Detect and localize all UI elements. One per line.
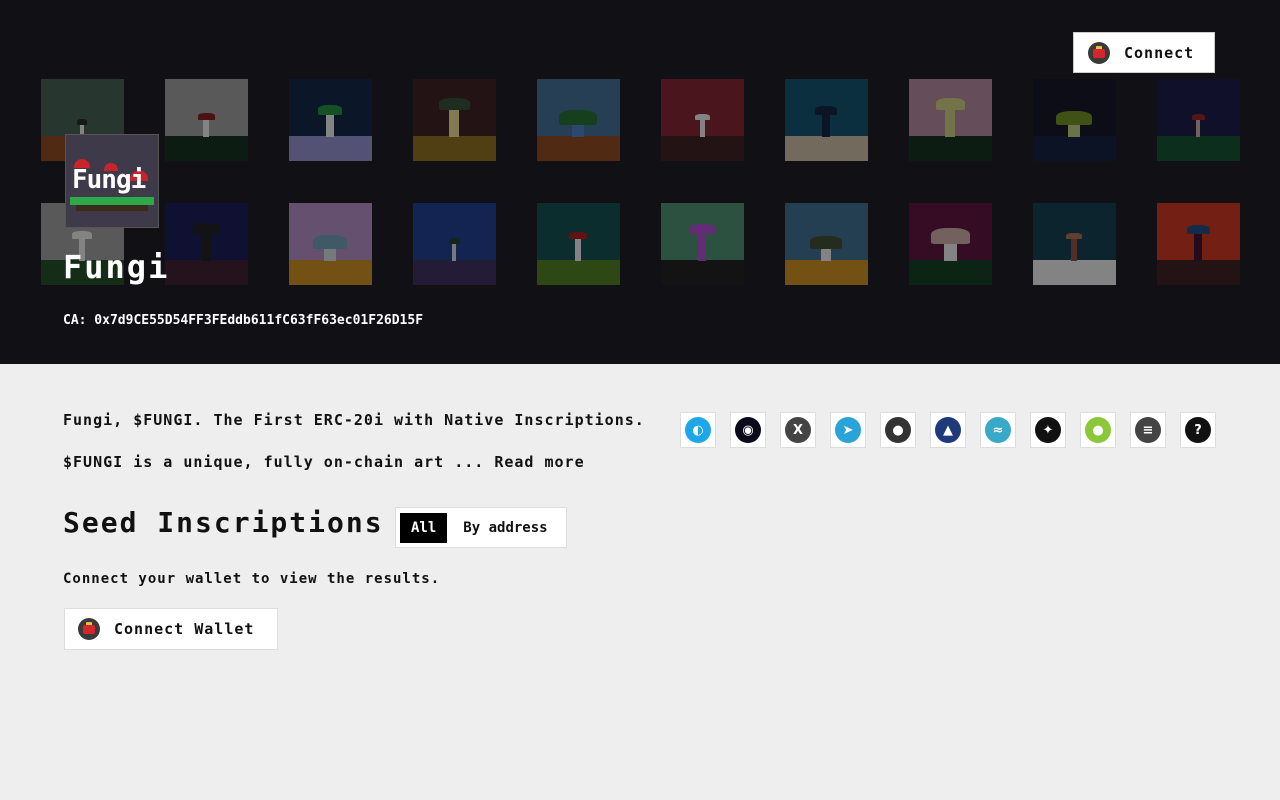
tagline: Fungi, $FUNGI. The First ERC-20i with Na… [63, 411, 645, 429]
read-more-link[interactable]: Read more [494, 453, 584, 471]
inscription-tile[interactable] [413, 79, 496, 161]
wolf-icon: ✦ [1035, 417, 1061, 443]
project-logo: Fungi [65, 134, 159, 228]
docs-icon: ≡ [1135, 417, 1161, 443]
connect-button[interactable]: Connect [1073, 32, 1215, 73]
tile-overlay [537, 79, 620, 161]
tile-overlay [165, 203, 248, 285]
tile-overlay [1157, 79, 1240, 161]
dextools-link[interactable]: ◉ [730, 412, 766, 448]
gecko-icon: ● [1085, 417, 1111, 443]
section-title: Seed Inscriptions [63, 506, 384, 539]
logo-dirt [76, 205, 148, 211]
inscription-tile[interactable] [1033, 79, 1116, 161]
description-text: $FUNGI is a unique, fully on-chain art .… [63, 453, 495, 471]
tile-overlay [537, 203, 620, 285]
hero-banner: Connect Fungi Fungi CA: 0x7d9CE55D54FF3F… [0, 0, 1280, 364]
help-icon: ? [1185, 417, 1211, 443]
project-title: Fungi [63, 248, 170, 286]
inscription-tile[interactable] [289, 79, 372, 161]
inscription-tile[interactable] [1157, 203, 1240, 285]
inscription-tile[interactable] [785, 79, 868, 161]
dextools-icon: ◉ [735, 417, 761, 443]
x-twitter-link[interactable]: X [780, 412, 816, 448]
inscription-tile[interactable] [165, 79, 248, 161]
tile-overlay [413, 79, 496, 161]
inscription-tile[interactable] [661, 79, 744, 161]
tile-overlay [909, 203, 992, 285]
docs-link[interactable]: ≡ [1130, 412, 1166, 448]
x-twitter-icon: X [785, 417, 811, 443]
coingecko-icon: ≈ [985, 417, 1011, 443]
inscription-tile[interactable] [1033, 203, 1116, 285]
dexscreener-icon: ▲ [935, 417, 961, 443]
github-link[interactable]: ● [880, 412, 916, 448]
wolf-link[interactable]: ✦ [1030, 412, 1066, 448]
tile-overlay [1157, 203, 1240, 285]
help-link[interactable]: ? [1180, 412, 1216, 448]
connect-button-label: Connect [1124, 43, 1195, 62]
connect-hint: Connect your wallet to view the results. [63, 571, 441, 587]
tile-overlay [785, 79, 868, 161]
tile-overlay [1033, 203, 1116, 285]
filter-by-address-tab[interactable]: By address [447, 513, 561, 543]
inscription-tile[interactable] [165, 203, 248, 285]
tile-overlay [413, 203, 496, 285]
filter-all-tab[interactable]: All [400, 512, 448, 543]
telegram-link[interactable]: ➤ [830, 412, 866, 448]
description: $FUNGI is a unique, fully on-chain art .… [63, 453, 585, 471]
inscription-tile[interactable] [661, 203, 744, 285]
inscription-tile[interactable] [909, 203, 992, 285]
wallet-icon [1088, 41, 1110, 64]
filter-toggle: All By address [395, 507, 567, 548]
telegram-icon: ➤ [835, 417, 861, 443]
inscription-tile[interactable] [1157, 79, 1240, 161]
tile-overlay [1033, 79, 1116, 161]
inscription-tile[interactable] [537, 79, 620, 161]
inscription-tile[interactable] [537, 203, 620, 285]
uniswap-icon: ◐ [685, 417, 711, 443]
tile-overlay [289, 203, 372, 285]
tile-overlay [785, 203, 868, 285]
tile-overlay [661, 203, 744, 285]
tile-overlay [165, 79, 248, 161]
social-links: ◐ ◉ X ➤ ● ▲ ≈ ✦ ● ≡? [680, 412, 1216, 448]
tile-overlay [289, 79, 372, 161]
contract-address[interactable]: CA: 0x7d9CE55D54FF3FEddb611fC63fF63ec01F… [63, 313, 423, 328]
dexscreener-link[interactable]: ▲ [930, 412, 966, 448]
logo-text: Fungi [72, 165, 146, 195]
inscription-tile[interactable] [289, 203, 372, 285]
logo-grass [70, 197, 154, 205]
inscription-tile[interactable] [413, 203, 496, 285]
github-icon: ● [885, 417, 911, 443]
tile-overlay [661, 79, 744, 161]
coingecko-link[interactable]: ≈ [980, 412, 1016, 448]
gecko-link[interactable]: ● [1080, 412, 1116, 448]
tile-overlay [909, 79, 992, 161]
connect-wallet-label: Connect Wallet [114, 620, 255, 638]
inscription-tile[interactable] [909, 79, 992, 161]
inscription-tile[interactable] [785, 203, 868, 285]
uniswap-link[interactable]: ◐ [680, 412, 716, 448]
main-content: Fungi, $FUNGI. The First ERC-20i with Na… [0, 364, 1280, 800]
wallet-icon [78, 618, 100, 640]
connect-wallet-button[interactable]: Connect Wallet [64, 608, 278, 650]
